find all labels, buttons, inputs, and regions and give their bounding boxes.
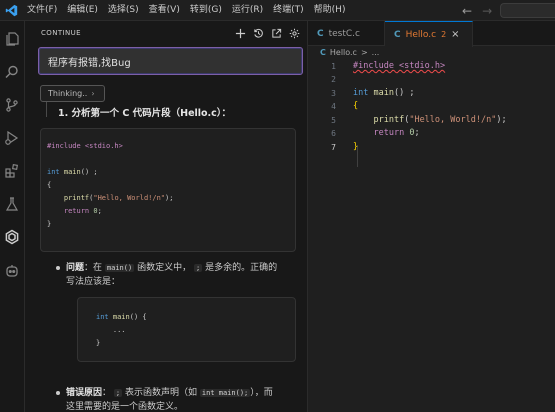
menu-run[interactable]: 运行(R)	[227, 0, 268, 21]
editor-line[interactable]: #include <stdio.h>	[353, 61, 445, 71]
code-line: }	[47, 220, 52, 228]
line-number: 5	[331, 116, 336, 125]
text: ：在	[84, 263, 103, 273]
explorer-icon[interactable]	[3, 30, 21, 48]
code-snippet[interactable]: #include <stdio.h> int main() ; { printf…	[40, 128, 296, 252]
code-line: #include <stdio.h>	[47, 142, 123, 150]
code-snippet[interactable]: int main() { ... }	[77, 297, 296, 362]
bullet-cause: 错误原因： ; 表示函数声明（如 int main(); ），而 这里需要的是一个…	[66, 386, 306, 412]
open-in-editor-icon[interactable]	[269, 26, 284, 41]
bullet-label: 错误原因	[66, 388, 103, 398]
text: 函数定义中，	[137, 263, 192, 273]
vscode-logo-icon	[0, 0, 22, 21]
inline-code: ;	[113, 389, 123, 397]
inline-code: main()	[104, 264, 135, 272]
menu-file[interactable]: 文件(F)	[22, 0, 62, 21]
editor-area: C testC.c C Hello.c 2 × C Hello.c > ... …	[308, 21, 555, 412]
c-file-icon: C	[320, 48, 326, 57]
search-icon[interactable]	[3, 63, 21, 81]
code-line: }	[96, 339, 101, 347]
code-line: ...	[96, 326, 126, 334]
menu-terminal[interactable]: 终端(T)	[268, 0, 309, 21]
thinking-toggle-button[interactable]: Thinking.. ›	[40, 85, 105, 102]
bullet-dot	[56, 391, 60, 395]
inline-code: ;	[193, 264, 203, 272]
settings-gear-icon[interactable]	[287, 26, 302, 41]
text: 写法应该是：	[66, 277, 121, 287]
chevron-right-icon: ›	[91, 89, 95, 98]
line-number: 2	[331, 75, 336, 84]
panel-header: CONTINUE	[25, 21, 307, 47]
text: ），而	[250, 388, 273, 398]
close-icon[interactable]: ×	[451, 29, 459, 40]
menu-go[interactable]: 转到(G)	[185, 0, 227, 21]
tab-bar: C testC.c C Hello.c 2 ×	[308, 21, 555, 47]
command-center-search[interactable]	[500, 3, 555, 18]
title-bar: 文件(F) 编辑(E) 选择(S) 查看(V) 转到(G) 运行(R) 终端(T…	[0, 0, 555, 21]
text: 是多余的。正确的	[205, 263, 278, 273]
breadcrumb-symbol[interactable]: ...	[372, 48, 380, 57]
continue-icon[interactable]	[3, 228, 21, 246]
code-line: int main() {	[96, 313, 147, 321]
history-icon[interactable]	[251, 26, 266, 41]
tab-label: Hello.c	[405, 29, 437, 40]
thinking-connector	[46, 102, 47, 117]
tab-helloc[interactable]: C Hello.c 2 ×	[385, 21, 473, 47]
editor-line[interactable]: printf("Hello, World!/n");	[353, 115, 506, 125]
new-session-icon[interactable]	[233, 26, 248, 41]
menu-edit[interactable]: 编辑(E)	[62, 0, 103, 21]
copilot-icon[interactable]	[3, 262, 21, 280]
code-line: int main() ;	[47, 168, 98, 176]
run-debug-icon[interactable]	[3, 129, 21, 147]
back-arrow-icon[interactable]: ←	[462, 4, 472, 18]
editor-line[interactable]: int main() ;	[353, 88, 414, 98]
menu-selection[interactable]: 选择(S)	[103, 0, 144, 21]
chat-input[interactable]: 程序有报错,找Bug	[38, 47, 303, 75]
bullet-label: 问题	[66, 263, 85, 273]
bullet-problem: 问题：在 main() 函数定义中， ; 是多余的。正确的 写法应该是：	[66, 261, 298, 289]
c-file-icon: C	[317, 28, 324, 39]
line-number: 7	[331, 143, 336, 152]
problem-count-badge: 2	[441, 30, 447, 39]
breadcrumb-file[interactable]: Hello.c	[330, 48, 357, 57]
text: ：	[102, 388, 112, 398]
code-line: return 0;	[63, 207, 102, 215]
code-line: {	[47, 181, 52, 189]
breadcrumb: C Hello.c > ...	[320, 48, 379, 57]
tab-testc[interactable]: C testC.c	[308, 21, 385, 46]
c-file-icon: C	[394, 29, 401, 40]
editor-line[interactable]: return 0;	[353, 128, 419, 138]
bullet-dot	[56, 266, 60, 270]
continue-panel: CONTINUE 程序有报错,找Bug Thinking.. › 1. 分析第一…	[25, 21, 308, 412]
section-heading: 1. 分析第一个 C 代码片段（Hello.c）：	[58, 108, 232, 119]
inline-code: int main();	[199, 389, 251, 397]
code-line: printf("Hello, World!/n");	[63, 194, 174, 202]
tab-label: testC.c	[328, 28, 360, 39]
editor-line[interactable]: {	[353, 101, 358, 111]
line-number: 3	[331, 89, 336, 98]
forward-arrow-icon[interactable]: →	[482, 4, 492, 18]
testing-icon[interactable]	[3, 195, 21, 213]
breadcrumb-separator: >	[360, 48, 368, 57]
editor-line[interactable]: }	[353, 142, 358, 152]
thinking-label: Thinking..	[48, 89, 88, 98]
menu-view[interactable]: 查看(V)	[144, 0, 185, 21]
line-number: 6	[331, 129, 336, 138]
text: 这里需要的是一个函数定义。	[66, 402, 184, 412]
extensions-icon[interactable]	[3, 162, 21, 180]
source-control-icon[interactable]	[3, 96, 21, 114]
line-number: 4	[331, 102, 336, 111]
activity-bar	[0, 21, 25, 412]
menu-help[interactable]: 帮助(H)	[309, 0, 351, 21]
line-number: 1	[331, 62, 336, 71]
text: 表示函数声明（如	[125, 388, 198, 398]
panel-title: CONTINUE	[41, 29, 81, 37]
